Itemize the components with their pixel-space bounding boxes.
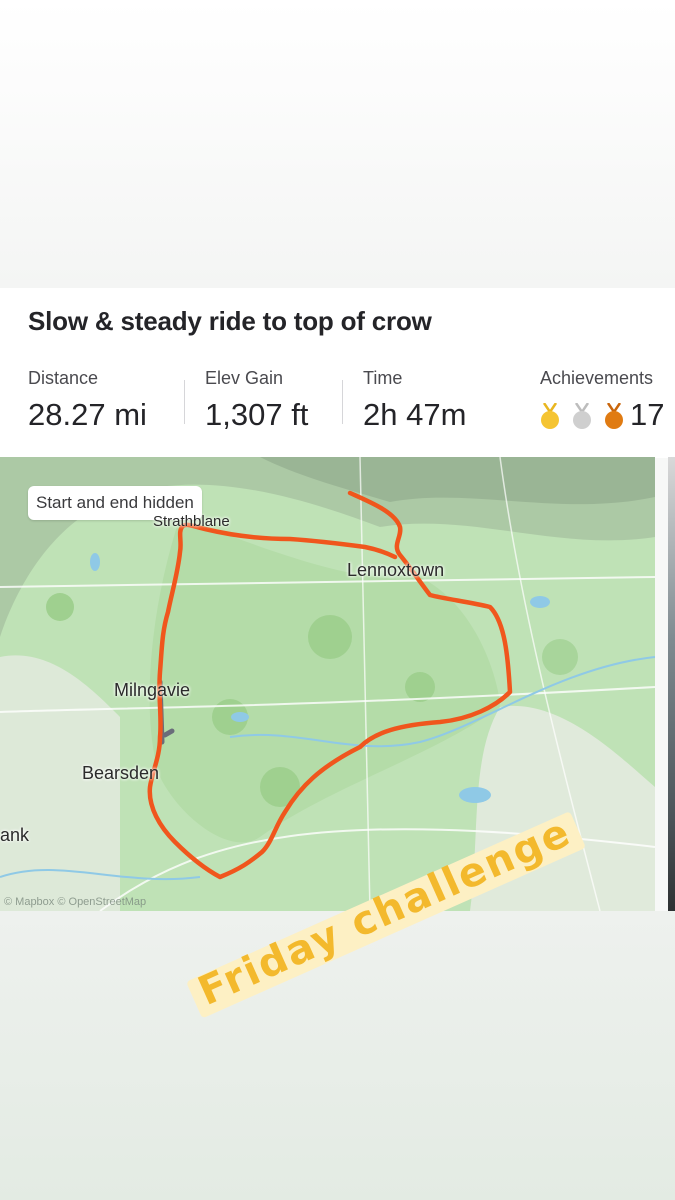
achievements-label: Achievements	[540, 368, 654, 388]
top-blank-area	[0, 0, 675, 288]
distance-label: Distance	[28, 368, 99, 388]
stat-divider	[342, 380, 343, 424]
next-photo-edge[interactable]	[668, 457, 675, 911]
distance-value: 28.27 mi	[28, 397, 147, 432]
place-label: Lennoxtown	[347, 560, 445, 580]
elev-gain-value: 1,307 ft	[205, 397, 309, 432]
stat-divider	[184, 380, 185, 424]
place-label: ank	[0, 825, 30, 845]
place-label: Strathblane	[153, 513, 230, 530]
gold-medal-icon	[541, 403, 559, 429]
bronze-medal-icon	[605, 403, 623, 429]
achievements-count: 17	[630, 397, 665, 432]
elev-gain-label: Elev Gain	[205, 368, 284, 388]
place-label: Bearsden	[82, 763, 160, 783]
activity-title[interactable]: Slow & steady ride to top of crow	[28, 306, 432, 337]
time-label: Time	[363, 368, 403, 388]
silver-medal-icon	[573, 403, 591, 429]
time-value: 2h 47m	[363, 397, 467, 432]
place-label: Milngavie	[114, 680, 191, 700]
